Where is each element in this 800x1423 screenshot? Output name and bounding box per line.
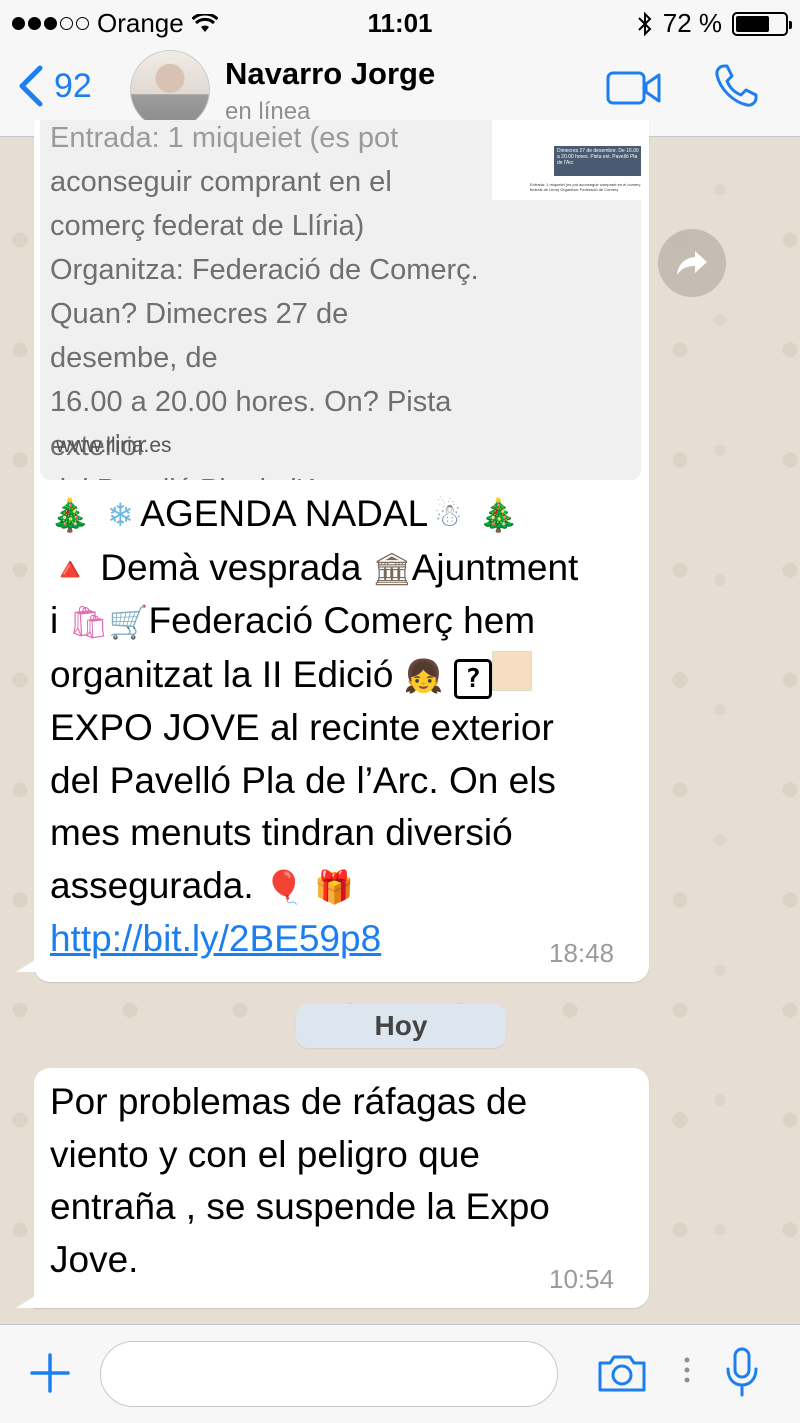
video-call-icon[interactable] (606, 70, 662, 106)
message-timestamp: 18:48 (549, 938, 615, 968)
preview-line: Quan? Dimecres 27 de desembe, de (50, 298, 349, 374)
separator-dots-icon (684, 1357, 690, 1383)
message-line: entraña , se suspende la Expo (50, 1186, 550, 1227)
message-fragment: organitzat la II Edició (50, 653, 394, 695)
chevron-left-icon (19, 65, 43, 107)
unknown-glyph-icon: ? (454, 658, 493, 699)
preview-line-cut: Entrada: 1 miqueiet (es pot (50, 122, 399, 154)
message-line: organitzat la II Edició 👧 ? (50, 649, 640, 703)
message-title: AGENDA NADAL (140, 493, 429, 534)
status-right: 72 % (637, 8, 792, 39)
message-fragment: i (50, 600, 59, 641)
bubble-tail (16, 1294, 38, 1308)
message-text: Por problemas de ráfagas de viento y con… (50, 1076, 640, 1286)
message-line: 🔺 Demà vesprada 🏛Ajuntment (50, 542, 640, 596)
gift-icon: 🎁 (314, 867, 355, 906)
contact-name[interactable]: Navarro Jorge (225, 56, 435, 92)
message-line: 🎄 ❄ AGENDA NADAL ☃ 🎄 (50, 488, 640, 542)
contact-avatar[interactable] (130, 50, 210, 130)
status-bar: Orange 11:01 72 % (0, 0, 800, 44)
bluetooth-icon (638, 11, 652, 36)
unread-count: 92 (54, 66, 92, 105)
message-text: 🎄 ❄ AGENDA NADAL ☃ 🎄 🔺 Demà vesprada 🏛Ajun… (50, 488, 640, 966)
camera-icon[interactable] (596, 1353, 648, 1393)
message-line: EXPO JOVE al recinte exterior (50, 707, 554, 748)
link-preview-thumbnail: Dimecres 27 de desembre. De 16.00 a 20.0… (492, 120, 641, 200)
message-line: del Pavelló Pla de l’Arc. On els (50, 759, 556, 801)
message-timestamp: 10:54 (549, 1264, 615, 1294)
message-line: mes menuts tindran diversió (50, 812, 513, 853)
balloon-icon: 🎈 (264, 867, 304, 906)
shopping-cart-icon: 🛒 (108, 603, 149, 641)
message-input-bar (0, 1324, 800, 1423)
preview-line: comerç federat de Llíria) (50, 210, 365, 242)
back-button[interactable]: 92 (16, 64, 92, 108)
classical-building-icon: 🏛 (371, 549, 413, 588)
preview-line: Organitza: Federació de Comerç. (50, 254, 479, 286)
message-line: i 🛍🛒Federació Comerç hem (50, 595, 640, 649)
message-fragment: Demà vesprada (100, 546, 362, 588)
christmas-tree-icon: 🎄 (478, 496, 519, 534)
preview-line: del Pavelló Pla de l'Arc. (50, 468, 480, 480)
forward-arrow-icon (677, 251, 707, 275)
message-line: Por problemas de ráfagas de (50, 1081, 528, 1122)
message-fragment: Federació Comerç hem (148, 600, 536, 641)
plus-icon[interactable] (28, 1351, 72, 1395)
link-preview-domain: www.lliria.es (56, 434, 172, 457)
message-link[interactable]: http://bit.ly/2BE59p8 (50, 918, 381, 959)
message-fragment: Ajuntment (411, 546, 579, 588)
message-bubble-incoming[interactable]: Por problemas de ráfagas de viento y con… (16, 1068, 649, 1308)
link-preview[interactable]: Entrada: 1 miqueiet (es pot aconseguir c… (40, 120, 641, 480)
skin-tone-swatch-icon (492, 650, 533, 691)
snowflake-icon: ❄ (106, 496, 134, 534)
message-input[interactable] (100, 1341, 558, 1407)
thumbnail-heading: Dimecres 27 de desembre. De 16.00 a 20.0… (554, 146, 641, 176)
preview-line: aconseguir comprant en el (50, 166, 392, 198)
microphone-icon[interactable] (724, 1347, 760, 1399)
christmas-tree-icon: 🎄 (50, 496, 90, 534)
red-triangle-icon: 🔺 (50, 549, 90, 588)
bubble-tail (16, 958, 38, 972)
link-preview-text: Entrada: 1 miqueiet (es pot aconseguir c… (50, 120, 480, 480)
date-separator: Hoy (296, 1004, 506, 1048)
girl-icon: 👧 (403, 656, 444, 695)
message-line: viento y con el peligro que (50, 1133, 480, 1175)
message-fragment: assegurada. (50, 864, 254, 906)
message-line: assegurada. 🎈 🎁 (50, 860, 640, 914)
message-bubble-incoming[interactable]: Entrada: 1 miqueiet (es pot aconseguir c… (16, 120, 649, 982)
phone-icon[interactable] (712, 62, 760, 110)
battery-icon (732, 11, 792, 36)
snowman-icon: ☃ (433, 496, 463, 534)
thumbnail-body: Entrada: 1 miquelet (es pot aconseguir c… (530, 182, 641, 192)
shopping-bags-icon: 🛍 (68, 603, 110, 641)
battery-percent: 72 % (662, 8, 722, 38)
forward-button[interactable] (658, 229, 726, 297)
